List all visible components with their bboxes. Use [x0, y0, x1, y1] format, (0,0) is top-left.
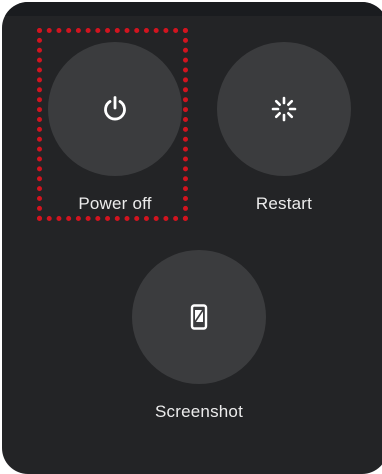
screenshot-action[interactable]: Screenshot [124, 250, 274, 422]
restart-label: Restart [255, 194, 313, 213]
screenshot-icon [190, 304, 208, 330]
screenshot-label: Screenshot [155, 402, 243, 421]
screenshot-button[interactable] [132, 250, 266, 384]
status-strip [2, 2, 382, 16]
power-off-button[interactable] [48, 42, 182, 176]
power-off-action[interactable]: Power off [40, 42, 190, 214]
power-menu-panel: Power off Restart Screenshot [2, 2, 382, 474]
restart-action[interactable]: Restart [209, 42, 359, 214]
restart-button[interactable] [217, 42, 351, 176]
restart-icon [270, 95, 298, 123]
power-icon [102, 95, 128, 123]
power-off-label: Power off [78, 194, 152, 213]
